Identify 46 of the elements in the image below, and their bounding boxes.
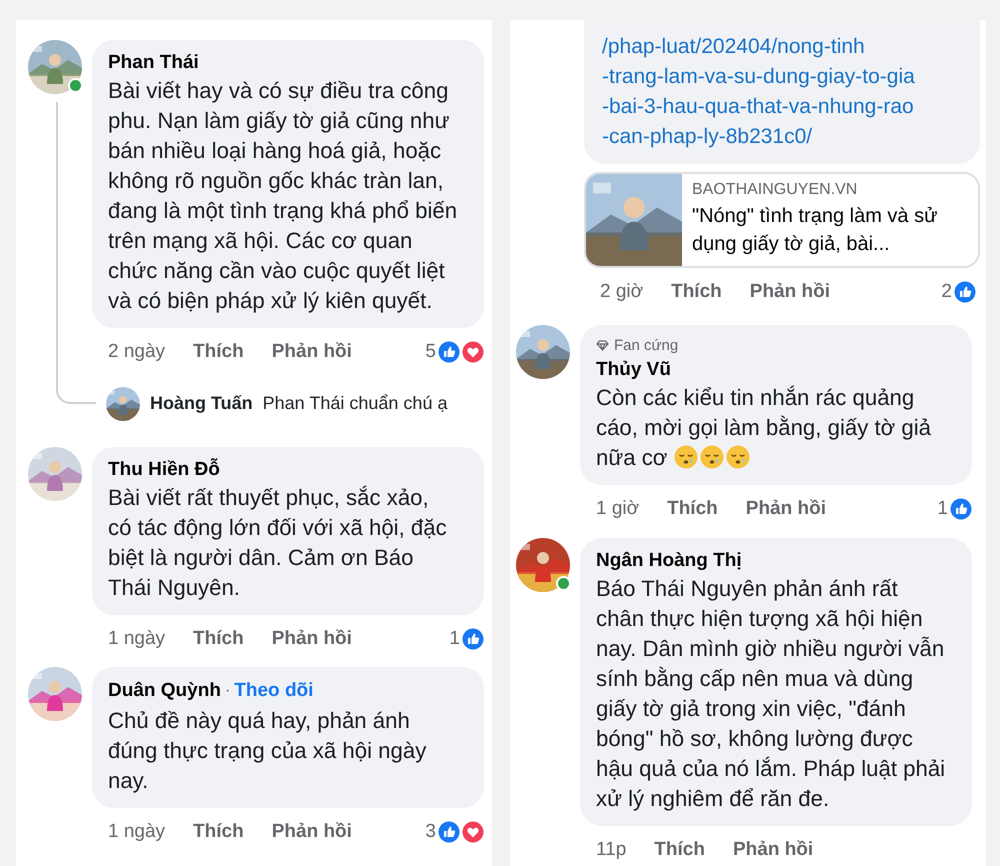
link-preview-card[interactable]: BAOTHAINGUYEN.VN "Nóng" tình trạng làm và sử dụng giấy tờ giả, bài... bbox=[584, 172, 980, 268]
preview-title: "Nóng" tình trạng làm và sử dụng giấy tờ giả, bài... bbox=[692, 204, 938, 257]
comment-time: 2 giờ bbox=[600, 280, 644, 304]
like-link[interactable]: Thích bbox=[654, 836, 705, 864]
comment-time: 1 ngày bbox=[108, 626, 166, 650]
reply-link[interactable]: Phản hồi bbox=[732, 836, 814, 864]
url-link[interactable]: /phap-luat/202404/nong-tinh bbox=[602, 32, 964, 62]
url-link[interactable]: -trang-lam-va-su-dung-giay-to-gia bbox=[602, 62, 964, 92]
preview-domain: BAOTHAINGUYEN.VN bbox=[692, 180, 858, 200]
reply-link[interactable]: Phản hồi bbox=[750, 278, 830, 306]
reply-text: Phan Thái chuẩn chú ạ bbox=[262, 392, 448, 415]
reaction-count: 3 bbox=[425, 820, 436, 844]
comment-text: Chủ đề này quá hay, phản ánh đúng thực trạng của xã hội ngày nay. bbox=[108, 706, 428, 795]
comment-text: Còn các kiểu tin nhắn rác quảng cáo, mời gọi làm bằng, giấy tờ giả nữa cơ bbox=[596, 384, 932, 472]
reply-author[interactable]: Hoàng Tuấn bbox=[150, 390, 253, 417]
reply-link[interactable]: Phản hồi bbox=[272, 338, 352, 366]
like-link[interactable]: Thích bbox=[193, 338, 244, 366]
reaction-count: 1 bbox=[937, 497, 948, 521]
commenter-name[interactable]: Ngân Hoàng Thị bbox=[596, 548, 742, 574]
comment-text: Báo Thái Nguyên phản ánh rất chân thực hiện tượng xã hội hiện nay. Dân mình giờ nhiều người vẫn sính bằng cấp nên mua và dùng giấy tờ giả trong xin việc, "đánh bóng" hồ sơ, không lường được hậu quả của nó lắm. Pháp luật phải xử lý nghiêm để răn đe. bbox=[596, 574, 946, 813]
reply-link[interactable]: Phản hồi bbox=[272, 818, 352, 846]
separator-dot: · bbox=[224, 681, 230, 702]
fan-label: Fan cứng bbox=[614, 336, 678, 356]
commenter-name[interactable]: Phan Thái bbox=[108, 50, 199, 76]
like-link[interactable]: Thích bbox=[667, 495, 718, 524]
reply-link[interactable]: Phản hồi bbox=[272, 624, 352, 653]
like-link[interactable]: Thích bbox=[193, 818, 244, 846]
commenter-name[interactable]: Thu Hiền Đỗ bbox=[108, 456, 220, 482]
comment-time: 1 ngày bbox=[108, 820, 166, 844]
url-link[interactable]: -bai-3-hau-qua-that-va-nhung-rao bbox=[602, 92, 964, 122]
commenter-name[interactable]: Thủy Vũ bbox=[596, 357, 671, 383]
comment-time: 11p bbox=[596, 838, 626, 862]
like-link[interactable]: Thích bbox=[193, 624, 244, 653]
comment-text: Bài viết rất thuyết phục, sắc xảo, có tác động lớn đối với xã hội, đặc biệt là người dân. Cảm ơn Báo Thái Nguyên. bbox=[108, 484, 448, 602]
reply-link[interactable]: Phản hồi bbox=[746, 495, 826, 524]
commenter-name[interactable]: Duân Quỳnh bbox=[108, 678, 221, 704]
reaction-count: 5 bbox=[425, 340, 436, 364]
reaction-count: 2 bbox=[941, 280, 952, 304]
diamond-icon bbox=[596, 340, 609, 352]
like-link[interactable]: Thích bbox=[671, 278, 722, 306]
comment-time: 2 ngày bbox=[108, 340, 166, 364]
url-link[interactable]: -can-phap-ly-8b231c0/ bbox=[602, 122, 964, 152]
reaction-count: 1 bbox=[449, 626, 460, 650]
comment-text: Bài viết hay và có sự điều tra công phu. Nạn làm giấy tờ giả cũng như bán nhiều loại hàng hoá giả, hoặc không rõ nguồn gốc khác tràn lan, đang là một tình trạng khá phổ biến trên mạng xã hội. Các cơ quan chức năng cần vào cuộc quyết liệt và có biện pháp xử lý kiên quyết. bbox=[108, 77, 458, 315]
follow-link[interactable]: Theo dõi bbox=[234, 677, 314, 706]
comment-time: 1 giờ bbox=[596, 497, 640, 521]
